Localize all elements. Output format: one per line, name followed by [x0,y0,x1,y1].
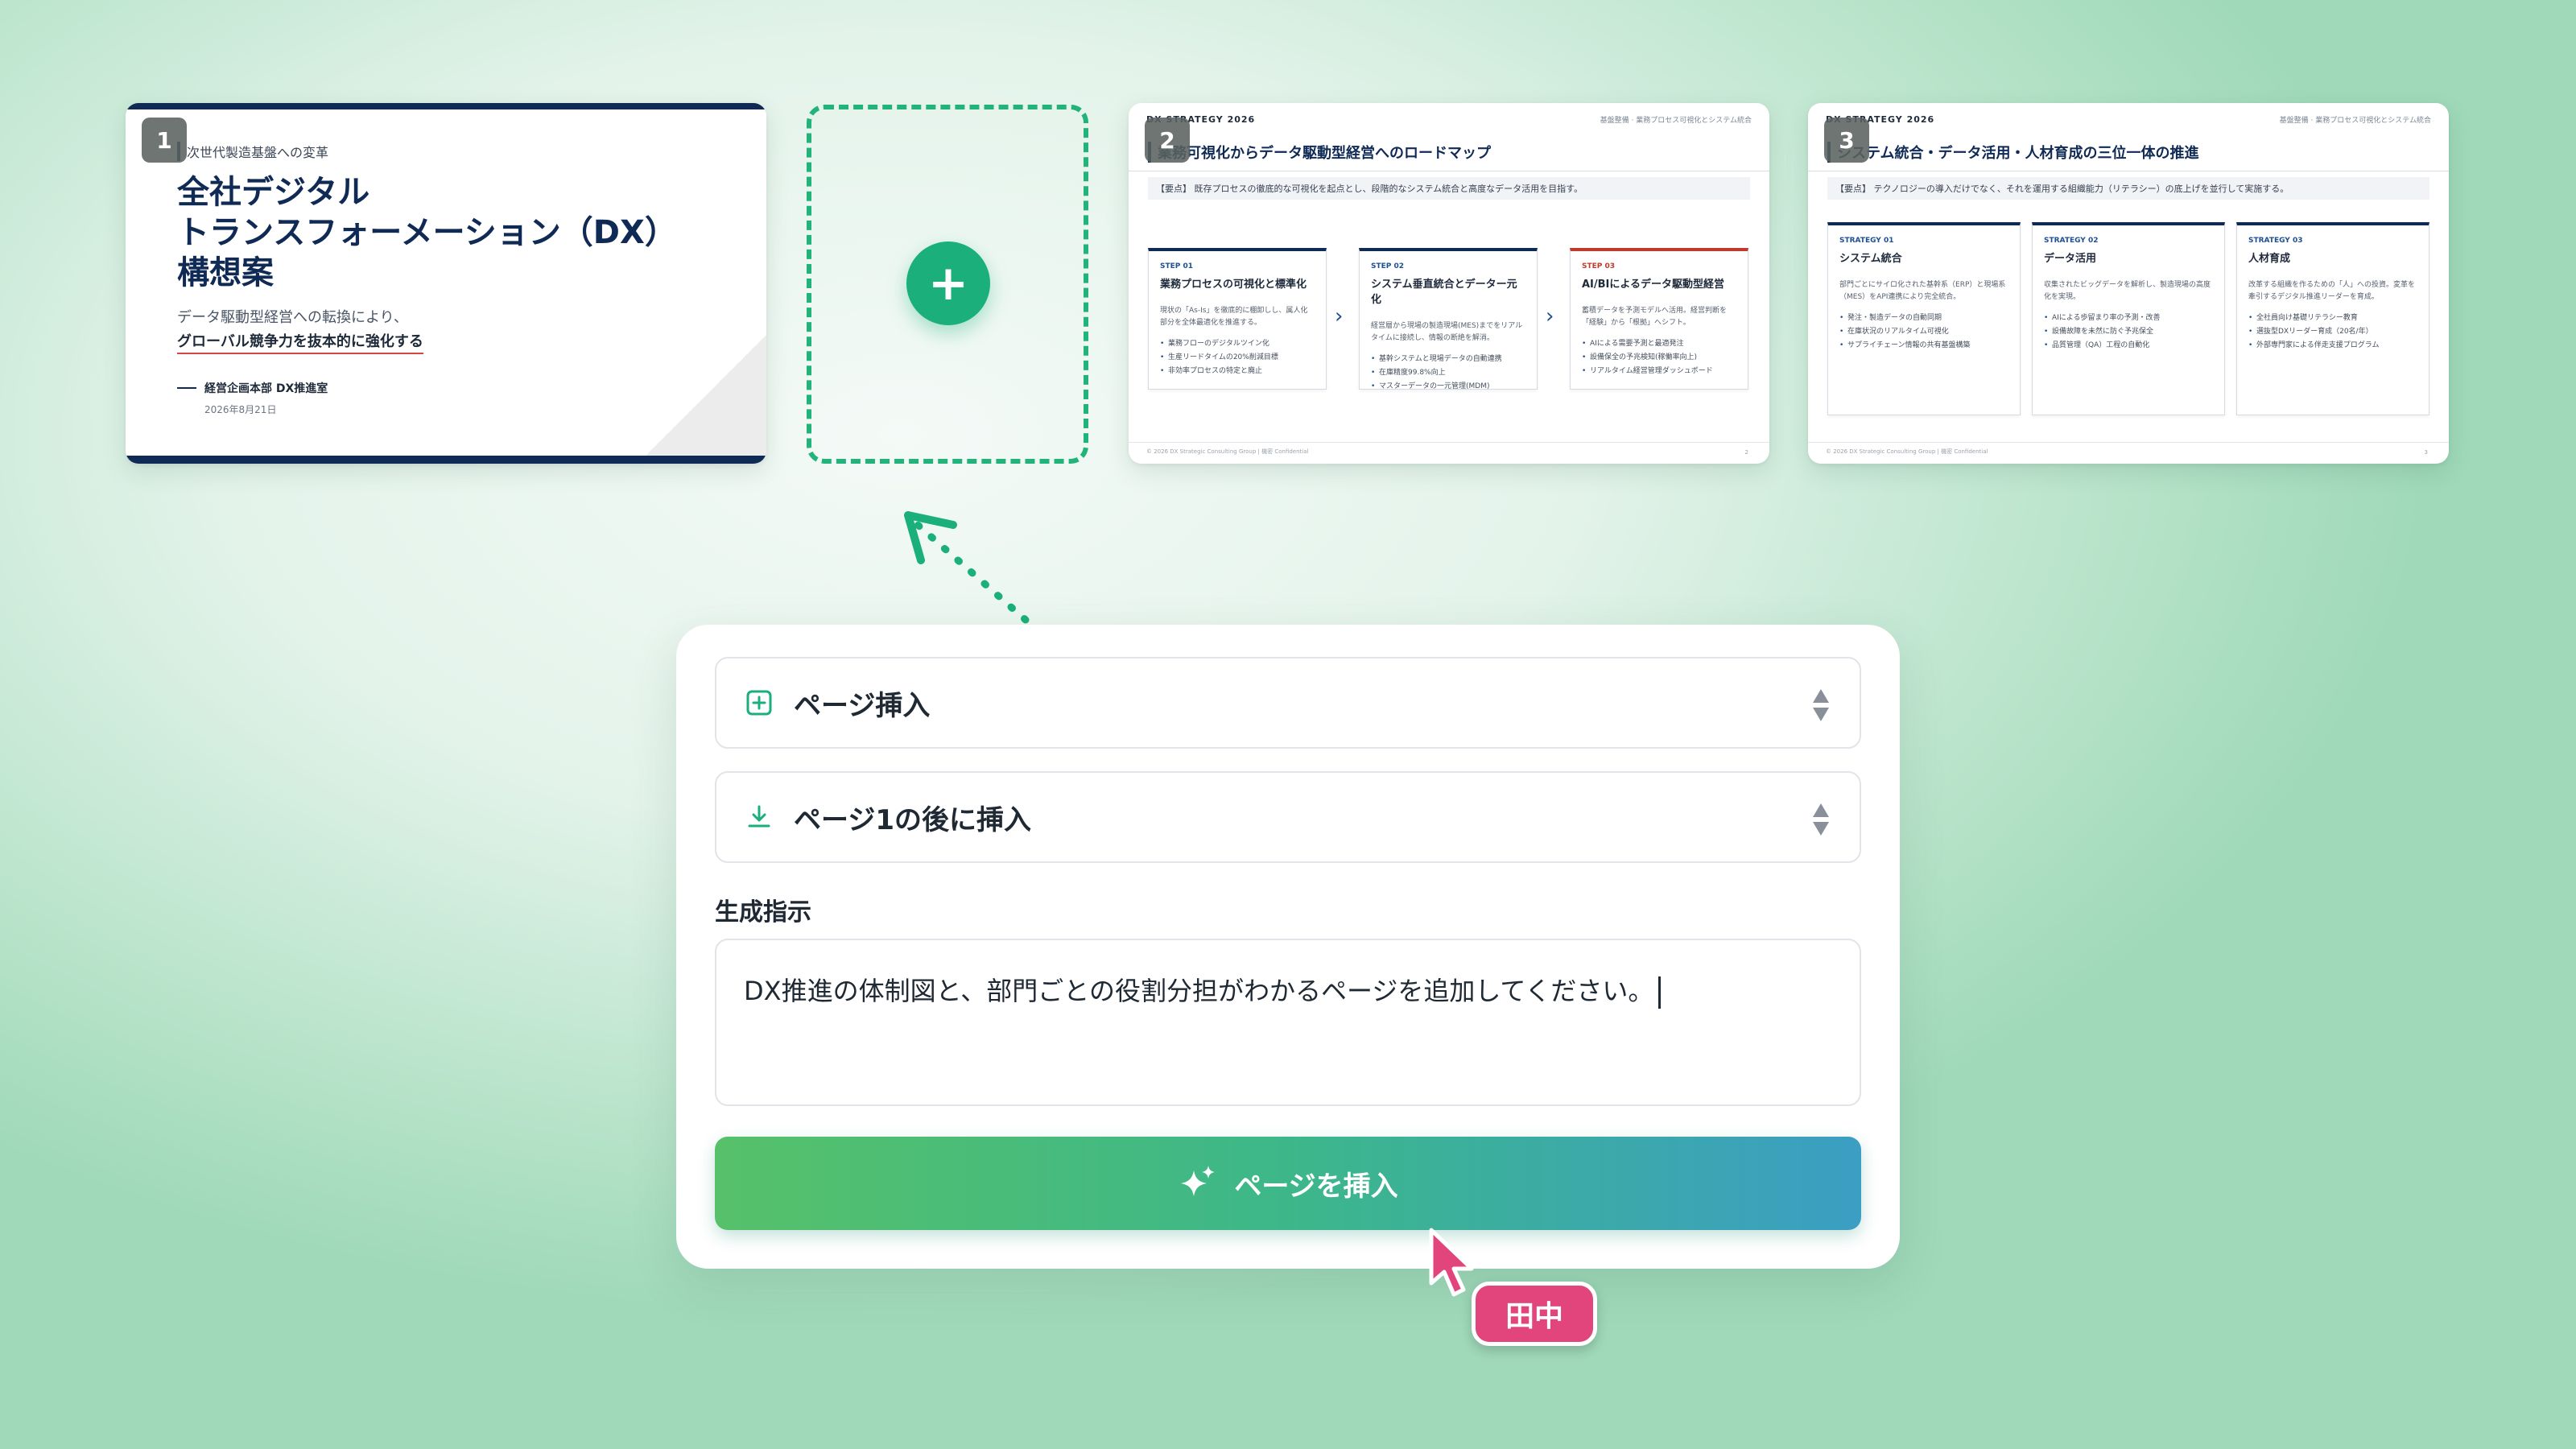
footer-divider [1129,442,1769,443]
card-step-label: STEP 02 [1371,262,1405,270]
cursor-pointer-icon [1429,1228,1474,1297]
collaborator-name-tag: 田中 [1472,1282,1597,1346]
card-bullet: 設備故障を未然に防ぐ予兆保全 [2044,325,2213,339]
slide-subtitle-emphasis: グローバル競争力を抜本的に強化する [177,330,423,354]
card-bullet: 外部専門家による伴走支援プログラム [2248,339,2417,353]
card-bullet: サプライチェーン情報の共有基盤構築 [1839,339,2008,353]
instruction-text: DX推進の体制図と、部門ごとの役割分担がわかるページを追加してください。 [744,976,1654,1006]
action-select[interactable]: ページ挿入 [715,657,1861,749]
slide-eyebrow: 次世代製造基盤への変革 [177,142,328,161]
slide-title: システム統合・データ活用・人材育成の三位一体の推進 [1827,142,2198,163]
slide-thumbnail-2[interactable]: 2 DX STRATEGY 2026 基盤整備 · 業務プロセス可視化とシステム… [1129,103,1769,464]
action-select-value: ページ挿入 [794,689,931,722]
chevron-right-icon: › [1335,304,1344,328]
download-icon [748,805,770,828]
slide-thumbnail-3[interactable]: 3 DX STRATEGY 2026 基盤整備 · 業務プロセス可視化とシステム… [1808,103,2449,464]
card-bullet: 非効率プロセスの特定と廃止 [1160,365,1315,378]
card-description: 蓄積データを予測モデルへ活用。経営判断を「経験」から「根拠」へシフト。 [1582,307,1728,327]
slide-title: 業務可視化からデータ駆動型経営へのロードマップ [1148,142,1491,163]
plus-square-icon [746,690,772,716]
card-bullet: 全社員向け基礎リテラシー教育 [2248,312,2417,325]
card-title: データ活用 [2044,253,2097,265]
slide-key-point: 【要点】 既存プロセスの徹底的な可視化を起点とし、段階的なシステム統合と高度なデ… [1148,177,1750,200]
slide-title-line: トランスフォーメーション（DX） [177,214,677,251]
card-description: 経営層から現場の製造現場(MES)までをリアルタイムに接続し、情報の断絶を解消。 [1371,322,1523,342]
cover-top-bar [126,103,766,109]
text-caret [1658,976,1662,1009]
card-bullet: 在庫精度99.8%向上 [1371,366,1525,380]
card-bullet: 設備保全の予兆検知(稼働率向上) [1582,351,1736,365]
dotted-arrow-icon [904,511,1030,624]
select-arrows-icon [1813,689,1829,721]
card-bullet: リアルタイム経営管理ダッシュボード [1582,365,1736,378]
card-step-label: STRATEGY 01 [1839,237,1894,245]
card-title: 人材育成 [2248,253,2291,265]
position-select[interactable]: ページ1の後に挿入 [715,771,1861,863]
card-bullet: 品質管理（QA）工程の自動化 [2044,339,2213,353]
strategy-card: STRATEGY 02 データ活用 収集されたビッグデータを解析し、製造現場の高… [2032,222,2225,415]
select-arrows-icon [1813,803,1829,836]
slide-page-number: 2 [1744,449,1748,456]
card-description: 収集されたビッグデータを解析し、製造現場の高度化を実現。 [2044,281,2211,301]
slide-date: 2026年8月21日 [204,404,277,415]
card-step-label: STEP 03 [1582,262,1616,270]
card-step-label: STRATEGY 02 [2044,237,2099,245]
insert-page-panel: ページ挿入 ページ1の後に挿入 生成指示 DX推進の体制図と、部門ごとの役割分担… [676,625,1900,1269]
card-description: 改革する組織を作るための「人」への投資。変革を牽引するデジタル推進リーダーを育成… [2248,281,2416,301]
slide-subtitle: データ駆動型経営への転換により、 [177,309,408,326]
instruction-label: 生成指示 [715,898,811,927]
card-bullet: マスターデータの一元管理(MDM) [1371,380,1525,394]
page-number-badge: 1 [142,118,187,163]
slide-title-line: 全社デジタル [177,174,370,211]
slide-footer: © 2026 DX Strategic Consulting Group | 機… [1826,448,1988,455]
slide-page-number: 3 [2424,449,2428,456]
slide-key-point: 【要点】 テクノロジーの導入だけでなく、それを運用する組織能力（リテラシー）の底… [1827,177,2429,200]
card-bullet: 発注・製造データの自動同期 [1839,312,2008,325]
card-bullet: 選抜型DXリーダー育成（20名/年） [2248,325,2417,339]
slide-footer: © 2026 DX Strategic Consulting Group | 機… [1146,448,1309,455]
card-title: 業務プロセスの可視化と標準化 [1160,279,1307,291]
card-bullet: 基幹システムと現場データの自動連携 [1371,353,1525,366]
footer-divider [1808,442,2449,443]
card-title: システム統合 [1839,253,1902,265]
plus-icon[interactable]: + [906,242,990,325]
page-number-badge: 3 [1824,118,1869,163]
slide-title: 全社デジタル トランスフォーメーション（DX） 構想案 [177,172,677,293]
card-bullet: AIによる歩留まり率の予測・改善 [2044,312,2213,325]
step-card: STEP 02 システム垂直統合とデーター元化 経営層から現場の製造現場(MES… [1359,248,1538,394]
chevron-right-icon: › [1546,304,1554,328]
step-card: STEP 01 業務プロセスの可視化と標準化 現状の「As-Is」を徹底的に棚卸… [1148,248,1327,390]
cover-bottom-bar [126,456,766,464]
strategy-card: STRATEGY 03 人材育成 改革する組織を作るための「人」への投資。変革を… [2236,222,2429,415]
card-step-label: STEP 01 [1160,262,1194,270]
step-card: STEP 03 AI/BIによるデータ駆動型経営 蓄積データを予測モデルへ活用。… [1570,248,1748,390]
strategy-card: STRATEGY 01 システム統合 部門ごとにサイロ化された基幹系（ERP）と… [1827,222,2021,415]
insert-page-button-label: ページを挿入 [1234,1170,1398,1203]
card-step-label: STRATEGY 03 [2248,237,2303,245]
card-bullet: 在庫状況のリアルタイム可視化 [1839,325,2008,339]
slide-department: 経営企画本部 DX推進室 [177,380,328,396]
page-number-badge: 2 [1145,118,1190,163]
card-bullet: AIによる需要予測と最適発注 [1582,337,1736,351]
slide-breadcrumb: 基盤整備 · 業務プロセス可視化とシステム統合 [1600,117,1752,125]
card-bullet: 生産リードタイムの20%削減目標 [1160,351,1315,365]
card-title: AI/BIによるデータ駆動型経営 [1582,279,1725,291]
instruction-textarea[interactable]: DX推進の体制図と、部門ごとの役割分担がわかるページを追加してください。 [715,939,1861,1106]
card-description: 現状の「As-Is」を徹底的に棚卸しし、属人化部分を全体最適化を推進する。 [1160,307,1308,327]
sparkle-icon [1181,1166,1216,1196]
slide-thumbnail-1[interactable]: 1 次世代製造基盤への変革 全社デジタル トランスフォーメーション（DX） 構想… [126,103,766,464]
card-description: 部門ごとにサイロ化された基幹系（ERP）と現場系（MES）をAPI連携により完全… [1839,281,2006,301]
card-title: システム垂直統合とデーター元化 [1371,279,1517,306]
page-fold-decoration [646,335,766,456]
slide-title-line: 構想案 [177,254,274,291]
position-select-value: ページ1の後に挿入 [794,803,1031,836]
card-bullet: 業務フローのデジタルツイン化 [1160,337,1315,351]
insert-page-button[interactable]: ページを挿入 [715,1137,1861,1230]
slide-breadcrumb: 基盤整備 · 業務プロセス可視化とシステム統合 [2279,117,2431,125]
